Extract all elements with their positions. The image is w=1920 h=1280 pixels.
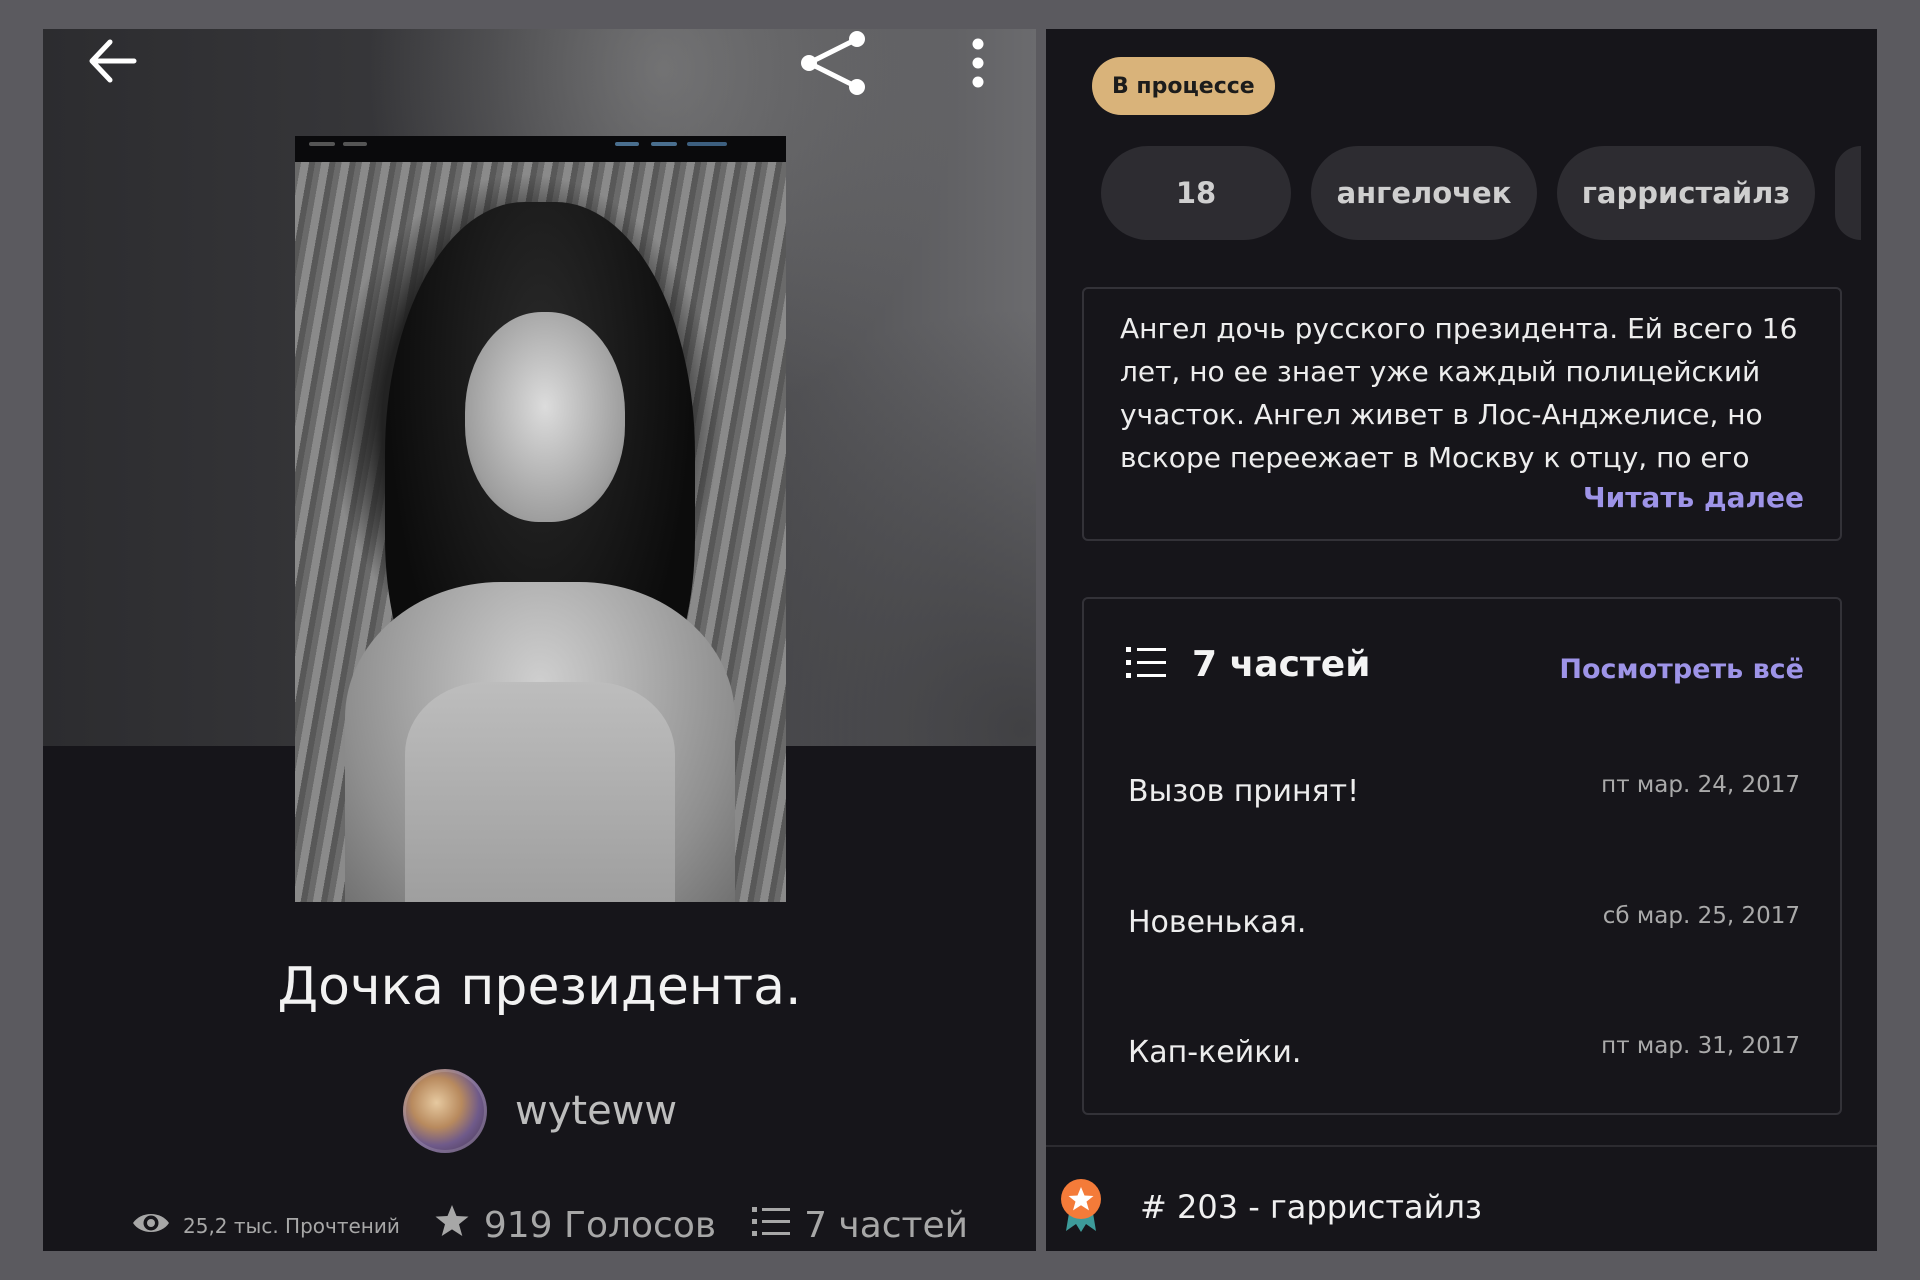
parts-stat: 7 частей [752, 1205, 968, 1246]
view-all-link[interactable]: Посмотреть всё [1559, 654, 1804, 685]
story-title: Дочка президента. [277, 957, 802, 1017]
votes-stat: 919 Голосов [434, 1204, 716, 1247]
part-title[interactable]: Кап-кейки. [1128, 1035, 1301, 1070]
tag-chip[interactable]: 18 [1101, 146, 1291, 240]
votes-count: 919 Голосов [483, 1205, 717, 1246]
ranking-row[interactable]: # 203 - гарристайлз [1058, 1177, 1482, 1237]
parts-card: 7 частей Посмотреть всё Вызов принят! пт… [1082, 597, 1842, 1115]
back-arrow-icon[interactable] [83, 31, 143, 91]
author-row[interactable]: wyteww [403, 1069, 677, 1153]
story-description: Ангел дочь русского президента. Ей всего… [1120, 312, 1798, 474]
tag-chip[interactable]: гарристайлз [1557, 146, 1815, 240]
author-name[interactable]: wyteww [515, 1088, 677, 1134]
star-icon [434, 1204, 470, 1247]
part-title[interactable]: Вызов принят! [1128, 774, 1359, 809]
reads-count: 25,2 тыс. Прочтений [183, 1213, 400, 1238]
share-icon[interactable] [793, 29, 873, 97]
story-cover-panel: Дочка президента. wyteww 25,2 тыс. Прочт… [43, 29, 1036, 1251]
parts-header: 7 частей [1126, 644, 1370, 685]
tag-chip-partial[interactable] [1835, 146, 1861, 240]
part-date: пт мар. 24, 2017 [1601, 772, 1800, 798]
cover-statusbar [295, 136, 786, 162]
read-more-link[interactable]: Читать далее [1583, 481, 1804, 514]
tag-chip[interactable]: ангелочек [1311, 146, 1537, 240]
part-row[interactable]: Новенькая. сб мар. 25, 2017 [1128, 903, 1800, 945]
part-row[interactable]: Кап-кейки. пт мар. 31, 2017 [1128, 1033, 1800, 1075]
part-row[interactable]: Вызов принят! пт мар. 24, 2017 [1128, 772, 1800, 814]
story-stats: 25,2 тыс. Прочтений 919 Голосов 7 частей [131, 1204, 968, 1247]
parts-title: 7 частей [1192, 644, 1371, 685]
more-vertical-icon[interactable] [963, 31, 993, 95]
description-card: Ангел дочь русского президента. Ей всего… [1082, 287, 1842, 541]
eye-icon [131, 1209, 171, 1242]
tag-list: 18 ангелочек гарристайлз [1101, 146, 1861, 240]
story-cover-image[interactable] [295, 136, 786, 902]
reads-stat: 25,2 тыс. Прочтений [131, 1209, 400, 1242]
story-details-panel: В процессе 18 ангелочек гарристайлз Анге… [1046, 29, 1877, 1251]
section-divider [1046, 1145, 1877, 1147]
list-icon [752, 1205, 791, 1246]
cover-photo-face [465, 312, 625, 522]
cover-photo [295, 162, 786, 902]
list-icon [1126, 645, 1166, 685]
part-title[interactable]: Новенькая. [1128, 905, 1306, 940]
parts-count: 7 частей [804, 1205, 969, 1246]
status-badge: В процессе [1092, 57, 1275, 115]
ranking-text[interactable]: # 203 - гарристайлз [1140, 1188, 1482, 1226]
avatar[interactable] [403, 1069, 487, 1153]
part-date: пт мар. 31, 2017 [1601, 1033, 1800, 1059]
part-date: сб мар. 25, 2017 [1602, 903, 1800, 929]
ranking-badge-icon [1058, 1177, 1104, 1237]
cover-photo-top [405, 682, 675, 902]
